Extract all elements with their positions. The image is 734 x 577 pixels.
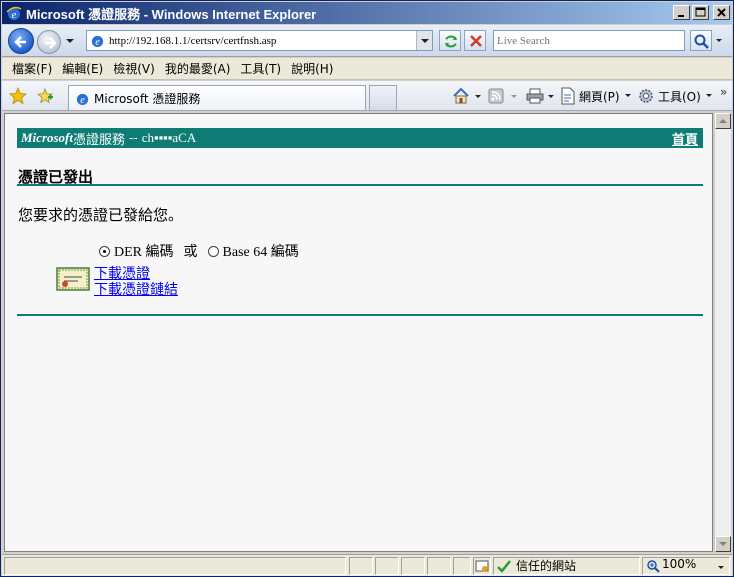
scroll-down-arrow-icon bbox=[719, 542, 727, 546]
stop-icon bbox=[470, 35, 482, 47]
page-icon bbox=[561, 87, 575, 105]
status-pane bbox=[453, 557, 471, 575]
page-menu-label: 網頁(P) bbox=[579, 89, 620, 104]
heading-divider bbox=[17, 184, 703, 186]
magnifier-icon bbox=[694, 34, 709, 49]
stop-button[interactable] bbox=[464, 30, 486, 51]
printer-icon[interactable] bbox=[526, 88, 544, 104]
address-input[interactable] bbox=[109, 34, 414, 47]
der-encoding-radio[interactable] bbox=[99, 245, 110, 257]
maximize-button[interactable] bbox=[692, 5, 709, 20]
svg-text:e: e bbox=[80, 95, 85, 106]
arrow-left-icon bbox=[14, 36, 26, 48]
tools-menu-label: 工具(O) bbox=[658, 89, 701, 104]
banner-separator: -- bbox=[129, 131, 138, 145]
toolbar-overflow-chevron[interactable]: » bbox=[720, 85, 727, 99]
maximize-icon bbox=[695, 7, 706, 17]
page-dropdown-icon bbox=[624, 94, 631, 97]
tab-certificate-services[interactable]: e Microsoft 憑證服務 bbox=[68, 85, 366, 110]
search-input[interactable] bbox=[494, 31, 682, 50]
address-bar[interactable]: e bbox=[86, 30, 433, 51]
new-tab-button[interactable] bbox=[369, 85, 397, 110]
tools-menu-button[interactable]: 工具(O) bbox=[637, 87, 714, 105]
add-favorite-icon[interactable] bbox=[36, 87, 54, 105]
menu-edit[interactable]: 編輯(E) bbox=[62, 60, 103, 77]
back-button[interactable] bbox=[8, 28, 34, 54]
security-zone-label: 信任的網站 bbox=[516, 559, 577, 573]
search-options-dropdown-icon[interactable] bbox=[714, 36, 724, 46]
gear-icon bbox=[639, 89, 653, 103]
print-dropdown-icon[interactable] bbox=[547, 93, 555, 101]
menu-view[interactable]: 檢視(V) bbox=[113, 60, 155, 77]
tools-dropdown-icon bbox=[705, 94, 712, 97]
vertical-scrollbar[interactable] bbox=[714, 113, 731, 552]
close-button[interactable] bbox=[713, 5, 730, 20]
history-dropdown-icon[interactable] bbox=[65, 36, 75, 46]
search-box[interactable] bbox=[493, 30, 685, 51]
scroll-up-button[interactable] bbox=[715, 113, 731, 129]
svg-text:e: e bbox=[12, 9, 17, 21]
or-label: 或 bbox=[183, 244, 198, 260]
base64-encoding-radio[interactable] bbox=[207, 245, 219, 257]
page-content: Microsoft 憑證服務 -- ch▪▪▪▪aCA 首頁 憑證已發出 您要求… bbox=[4, 113, 713, 552]
menu-file[interactable]: 檔案(F) bbox=[12, 60, 52, 77]
tab-label: Microsoft 憑證服務 bbox=[94, 91, 201, 106]
page-ie-icon: e bbox=[91, 35, 104, 48]
feeds-dropdown-icon[interactable] bbox=[510, 93, 518, 101]
title-bar[interactable]: e Microsoft 憑證服務 - Windows Internet Expl… bbox=[2, 2, 732, 24]
certificate-icon bbox=[56, 267, 90, 291]
window-title: Microsoft 憑證服務 - Windows Internet Explor… bbox=[26, 6, 317, 22]
bottom-divider bbox=[17, 314, 703, 316]
menu-help[interactable]: 說明(H) bbox=[291, 60, 333, 77]
refresh-icon bbox=[445, 35, 457, 48]
ie-logo-icon: e bbox=[6, 6, 22, 21]
page-menu-button[interactable]: 網頁(P) bbox=[560, 87, 633, 105]
zoom-dropdown-icon bbox=[718, 566, 724, 569]
protected-mode-icon bbox=[475, 560, 489, 572]
protected-mode-pane[interactable] bbox=[473, 557, 491, 575]
home-link[interactable]: 首頁 bbox=[672, 129, 698, 148]
tab-bar: e Microsoft 憑證服務 網頁(P) 工具(O) » bbox=[2, 81, 732, 111]
chevron-down-icon bbox=[421, 39, 429, 43]
status-bar bbox=[2, 554, 732, 576]
zoom-magnifier-icon bbox=[647, 560, 660, 573]
scroll-down-button[interactable] bbox=[715, 536, 731, 552]
search-button[interactable] bbox=[690, 30, 712, 51]
minimize-icon bbox=[678, 15, 684, 17]
status-text-pane bbox=[4, 557, 346, 575]
home-icon[interactable] bbox=[452, 87, 470, 105]
status-pane bbox=[375, 557, 399, 575]
status-pane bbox=[349, 557, 373, 575]
favorites-star-icon[interactable] bbox=[9, 87, 27, 105]
menu-favorites[interactable]: 我的最愛(A) bbox=[165, 60, 231, 77]
zoom-level: 100% bbox=[662, 557, 697, 571]
download-certificate-chain-link[interactable]: 下載憑證鏈結 bbox=[94, 279, 178, 299]
certsrv-banner: Microsoft 憑證服務 -- ch▪▪▪▪aCA 首頁 bbox=[17, 128, 703, 148]
close-icon bbox=[717, 8, 726, 17]
refresh-button[interactable] bbox=[439, 30, 461, 51]
microsoft-brand: Microsoft bbox=[21, 130, 73, 145]
arrow-right-icon bbox=[45, 37, 57, 49]
minimize-button[interactable] bbox=[673, 5, 690, 20]
issued-message: 您要求的憑證已發給您。 bbox=[18, 206, 184, 224]
ca-name: ch▪▪▪▪aCA bbox=[141, 130, 197, 145]
status-pane bbox=[427, 557, 451, 575]
home-dropdown-icon[interactable] bbox=[474, 93, 482, 101]
tab-ie-icon: e bbox=[76, 93, 89, 106]
status-pane bbox=[401, 557, 425, 575]
service-name: 憑證服務 bbox=[73, 132, 126, 148]
encoding-options: DER 編碼 或 Base 64 編碼 bbox=[99, 241, 299, 261]
menu-bar: 檔案(F) 編輯(E) 檢視(V) 我的最愛(A) 工具(T) 說明(H) bbox=[2, 58, 732, 80]
base64-encoding-label[interactable]: Base 64 編碼 bbox=[223, 241, 299, 261]
scroll-up-arrow-icon bbox=[719, 119, 727, 123]
navigation-bar: e bbox=[2, 25, 732, 57]
checkmark-icon bbox=[497, 560, 511, 573]
address-dropdown-button[interactable] bbox=[416, 31, 432, 50]
feeds-icon[interactable] bbox=[488, 88, 504, 104]
der-encoding-label[interactable]: DER 編碼 bbox=[114, 241, 174, 261]
forward-button[interactable] bbox=[37, 30, 61, 54]
svg-text:e: e bbox=[95, 37, 100, 48]
ie-window: e Microsoft 憑證服務 - Windows Internet Expl… bbox=[0, 0, 734, 577]
menu-tools[interactable]: 工具(T) bbox=[240, 60, 281, 77]
